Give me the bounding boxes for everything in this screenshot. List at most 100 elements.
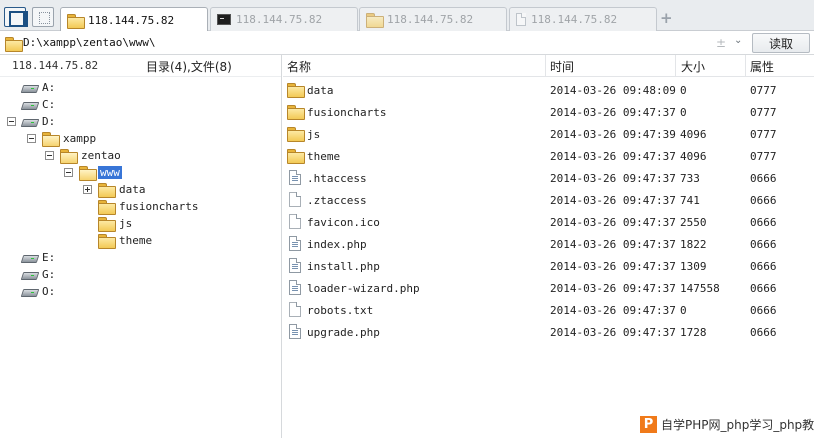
panel-toggle-button[interactable]: [4, 7, 28, 27]
file-row[interactable]: theme 2014-03-26 09:47:37 4096 0777: [283, 145, 814, 167]
drive-icon: [22, 270, 37, 279]
tree-node-data[interactable]: data: [83, 181, 146, 198]
column-header-name[interactable]: 名称: [287, 58, 311, 75]
column-header-size[interactable]: 大小: [681, 58, 705, 75]
file-size: 0: [680, 304, 687, 317]
up-directory-icon[interactable]: ±: [716, 36, 726, 50]
folder-open-icon: [60, 149, 78, 164]
file-time: 2014-03-26 09:47:39: [550, 128, 676, 141]
file-size: 1822: [680, 238, 707, 251]
tree-node-zentao[interactable]: zentao: [45, 147, 121, 164]
tree-node-www[interactable]: www: [64, 164, 122, 181]
folder-icon: [287, 127, 305, 142]
tab-session-4[interactable]: 118.144.75.82: [509, 7, 657, 31]
file-row[interactable]: robots.txt 2014-03-26 09:47:37 0 0666: [283, 299, 814, 321]
column-divider[interactable]: [675, 55, 676, 77]
file-list-pane: 名称 时间 大小 属性 data 2014-03-26 09:48:09 0 0…: [283, 55, 814, 438]
file-size: 733: [680, 172, 700, 185]
file-size: 4096: [680, 128, 707, 141]
collapse-icon[interactable]: [45, 151, 54, 160]
drive-icon: [22, 100, 37, 109]
tab-session-1[interactable]: 118.144.75.82: [60, 7, 208, 32]
column-header-time[interactable]: 时间: [550, 58, 574, 75]
file-row[interactable]: data 2014-03-26 09:48:09 0 0777: [283, 79, 814, 101]
file-time: 2014-03-26 09:47:37: [550, 194, 676, 207]
chevron-down-icon[interactable]: ⌄: [734, 35, 742, 46]
file-icon: [289, 192, 301, 207]
tree-node-label: www: [98, 166, 122, 179]
collapse-icon[interactable]: [64, 168, 73, 177]
file-attr: 0666: [750, 194, 777, 207]
file-time: 2014-03-26 09:47:37: [550, 106, 676, 119]
tree-node-g[interactable]: G:: [22, 266, 55, 283]
add-tab-button[interactable]: +: [660, 10, 673, 26]
tree-node-js[interactable]: js: [98, 215, 132, 232]
tree-node-c[interactable]: C:: [22, 96, 55, 113]
tree-node-label: xampp: [63, 132, 97, 145]
file-row[interactable]: .ztaccess 2014-03-26 09:47:37 741 0666: [283, 189, 814, 211]
file-icon: [289, 214, 301, 229]
file-size: 741: [680, 194, 700, 207]
folder-open-icon: [42, 132, 60, 147]
file-row[interactable]: index.php 2014-03-26 09:47:37 1822 0666: [283, 233, 814, 255]
column-divider[interactable]: [745, 55, 746, 77]
tree-node-d[interactable]: D:: [7, 113, 55, 130]
file-name: js: [307, 128, 321, 141]
host-address: 118.144.75.82: [12, 59, 99, 72]
address-bar: D:\xampp\zentao\www\ ± ⌄ 读取: [0, 31, 814, 55]
file-row[interactable]: js 2014-03-26 09:47:39 4096 0777: [283, 123, 814, 145]
tree-node-a[interactable]: A:: [22, 79, 55, 96]
tree-node-label: theme: [119, 234, 153, 247]
drive-icon: [22, 253, 37, 262]
tree-node-fusioncharts[interactable]: fusioncharts: [98, 198, 198, 215]
file-row[interactable]: favicon.ico 2014-03-26 09:47:37 2550 066…: [283, 211, 814, 233]
terminal-icon: [217, 14, 231, 25]
file-attr: 0777: [750, 106, 777, 119]
file-size: 1728: [680, 326, 707, 339]
file-name: install.php: [307, 260, 380, 273]
directory-tree-pane: 118.144.75.82 目录(4),文件(8) A: C: D: xampp…: [0, 55, 282, 438]
drive-icon: [22, 83, 37, 92]
file-name: .ztaccess: [307, 194, 367, 207]
file-attr: 0777: [750, 150, 777, 163]
file-row[interactable]: loader-wizard.php 2014-03-26 09:47:37 14…: [283, 277, 814, 299]
new-session-button[interactable]: [32, 7, 54, 27]
file-row[interactable]: fusioncharts 2014-03-26 09:47:37 0 0777: [283, 101, 814, 123]
file-time: 2014-03-26 09:47:37: [550, 150, 676, 163]
tab-session-2[interactable]: 118.144.75.82: [210, 7, 358, 31]
file-row[interactable]: install.php 2014-03-26 09:47:37 1309 066…: [283, 255, 814, 277]
tree-node-xampp[interactable]: xampp: [27, 130, 96, 147]
tab-session-3[interactable]: 118.144.75.82: [359, 7, 507, 31]
folder-icon: [287, 149, 305, 164]
collapse-icon[interactable]: [7, 117, 16, 126]
file-size: 2550: [680, 216, 707, 229]
tree-node-label: C:: [42, 98, 56, 111]
folder-icon: [287, 83, 305, 98]
file-size: 0: [680, 84, 687, 97]
file-attr: 0666: [750, 260, 777, 273]
file-name: favicon.ico: [307, 216, 380, 229]
tree-node-theme[interactable]: theme: [98, 232, 152, 249]
tree-node-label: js: [119, 217, 133, 230]
tab-label: 118.144.75.82: [236, 13, 323, 26]
tree-node-o[interactable]: O:: [22, 283, 55, 300]
tree-header: 118.144.75.82 目录(4),文件(8): [0, 55, 281, 77]
tab-label: 118.144.75.82: [531, 13, 618, 26]
drive-icon: [22, 117, 37, 126]
file-time: 2014-03-26 09:47:37: [550, 326, 676, 339]
address-input[interactable]: D:\xampp\zentao\www\: [23, 36, 155, 49]
expand-icon[interactable]: [83, 185, 92, 194]
column-divider[interactable]: [545, 55, 546, 77]
column-header-attr[interactable]: 属性: [750, 58, 774, 75]
file-attr: 0666: [750, 304, 777, 317]
file-row[interactable]: upgrade.php 2014-03-26 09:47:37 1728 066…: [283, 321, 814, 343]
tree-node-label: O:: [42, 285, 56, 298]
folder-open-icon: [79, 166, 97, 181]
watermark: P 自学PHP网_php学习_php教: [640, 412, 814, 436]
tree-node-e[interactable]: E:: [22, 249, 55, 266]
collapse-icon[interactable]: [27, 134, 36, 143]
read-button[interactable]: 读取: [752, 33, 810, 53]
tab-label: 118.144.75.82: [387, 13, 474, 26]
file-row[interactable]: .htaccess 2014-03-26 09:47:37 733 0666: [283, 167, 814, 189]
file-attr: 0777: [750, 128, 777, 141]
